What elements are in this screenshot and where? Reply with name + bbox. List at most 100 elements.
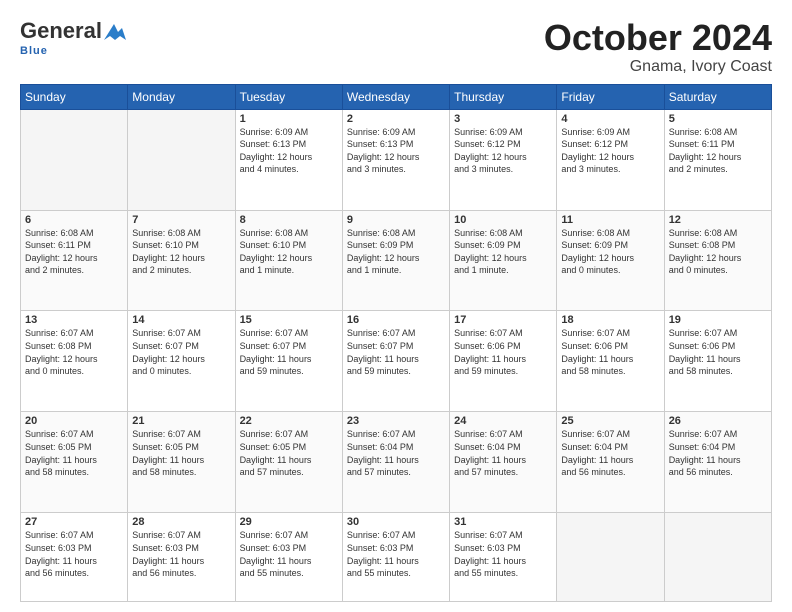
calendar-cell-2-7: 12Sunrise: 6:08 AM Sunset: 6:08 PM Dayli… [664, 210, 771, 311]
calendar-cell-5-3: 29Sunrise: 6:07 AM Sunset: 6:03 PM Dayli… [235, 513, 342, 602]
calendar-cell-5-1: 27Sunrise: 6:07 AM Sunset: 6:03 PM Dayli… [21, 513, 128, 602]
day-number: 1 [240, 113, 338, 125]
calendar-cell-5-7 [664, 513, 771, 602]
header-thursday: Thursday [450, 84, 557, 109]
calendar-cell-1-1 [21, 109, 128, 210]
day-info: Sunrise: 6:07 AM Sunset: 6:03 PM Dayligh… [240, 529, 338, 579]
calendar-cell-3-6: 18Sunrise: 6:07 AM Sunset: 6:06 PM Dayli… [557, 311, 664, 412]
calendar-cell-2-1: 6Sunrise: 6:08 AM Sunset: 6:11 PM Daylig… [21, 210, 128, 311]
day-info: Sunrise: 6:07 AM Sunset: 6:06 PM Dayligh… [669, 327, 767, 377]
day-info: Sunrise: 6:08 AM Sunset: 6:10 PM Dayligh… [132, 227, 230, 277]
week-row-4: 20Sunrise: 6:07 AM Sunset: 6:05 PM Dayli… [21, 412, 772, 513]
month-year: October 2024 [544, 18, 772, 58]
calendar-cell-1-5: 3Sunrise: 6:09 AM Sunset: 6:12 PM Daylig… [450, 109, 557, 210]
calendar-cell-3-2: 14Sunrise: 6:07 AM Sunset: 6:07 PM Dayli… [128, 311, 235, 412]
header-wednesday: Wednesday [342, 84, 449, 109]
day-number: 31 [454, 516, 552, 528]
day-number: 21 [132, 415, 230, 427]
day-info: Sunrise: 6:07 AM Sunset: 6:06 PM Dayligh… [454, 327, 552, 377]
calendar-cell-2-6: 11Sunrise: 6:08 AM Sunset: 6:09 PM Dayli… [557, 210, 664, 311]
calendar-cell-3-5: 17Sunrise: 6:07 AM Sunset: 6:06 PM Dayli… [450, 311, 557, 412]
calendar-title: October 2024 Gnama, Ivory Coast [544, 18, 772, 76]
day-number: 13 [25, 314, 123, 326]
calendar-cell-4-6: 25Sunrise: 6:07 AM Sunset: 6:04 PM Dayli… [557, 412, 664, 513]
day-number: 12 [669, 214, 767, 226]
day-info: Sunrise: 6:08 AM Sunset: 6:09 PM Dayligh… [454, 227, 552, 277]
header-monday: Monday [128, 84, 235, 109]
day-number: 9 [347, 214, 445, 226]
day-info: Sunrise: 6:07 AM Sunset: 6:04 PM Dayligh… [669, 428, 767, 478]
day-info: Sunrise: 6:08 AM Sunset: 6:11 PM Dayligh… [669, 126, 767, 176]
day-number: 28 [132, 516, 230, 528]
calendar-cell-1-3: 1Sunrise: 6:09 AM Sunset: 6:13 PM Daylig… [235, 109, 342, 210]
day-info: Sunrise: 6:07 AM Sunset: 6:03 PM Dayligh… [454, 529, 552, 579]
calendar-cell-5-5: 31Sunrise: 6:07 AM Sunset: 6:03 PM Dayli… [450, 513, 557, 602]
day-number: 4 [561, 113, 659, 125]
calendar-cell-3-1: 13Sunrise: 6:07 AM Sunset: 6:08 PM Dayli… [21, 311, 128, 412]
day-number: 8 [240, 214, 338, 226]
calendar-cell-3-3: 15Sunrise: 6:07 AM Sunset: 6:07 PM Dayli… [235, 311, 342, 412]
logo: General Blue [20, 18, 126, 57]
day-info: Sunrise: 6:07 AM Sunset: 6:04 PM Dayligh… [561, 428, 659, 478]
day-number: 10 [454, 214, 552, 226]
header-sunday: Sunday [21, 84, 128, 109]
calendar-cell-4-3: 22Sunrise: 6:07 AM Sunset: 6:05 PM Dayli… [235, 412, 342, 513]
day-info: Sunrise: 6:07 AM Sunset: 6:05 PM Dayligh… [240, 428, 338, 478]
day-number: 17 [454, 314, 552, 326]
week-row-5: 27Sunrise: 6:07 AM Sunset: 6:03 PM Dayli… [21, 513, 772, 602]
calendar-cell-2-2: 7Sunrise: 6:08 AM Sunset: 6:10 PM Daylig… [128, 210, 235, 311]
calendar-cell-1-4: 2Sunrise: 6:09 AM Sunset: 6:13 PM Daylig… [342, 109, 449, 210]
day-number: 26 [669, 415, 767, 427]
day-info: Sunrise: 6:07 AM Sunset: 6:06 PM Dayligh… [561, 327, 659, 377]
day-number: 27 [25, 516, 123, 528]
day-info: Sunrise: 6:07 AM Sunset: 6:07 PM Dayligh… [132, 327, 230, 377]
day-number: 5 [669, 113, 767, 125]
day-number: 14 [132, 314, 230, 326]
day-info: Sunrise: 6:09 AM Sunset: 6:12 PM Dayligh… [454, 126, 552, 176]
calendar-cell-1-7: 5Sunrise: 6:08 AM Sunset: 6:11 PM Daylig… [664, 109, 771, 210]
day-info: Sunrise: 6:07 AM Sunset: 6:03 PM Dayligh… [25, 529, 123, 579]
week-row-3: 13Sunrise: 6:07 AM Sunset: 6:08 PM Dayli… [21, 311, 772, 412]
day-info: Sunrise: 6:09 AM Sunset: 6:12 PM Dayligh… [561, 126, 659, 176]
day-number: 7 [132, 214, 230, 226]
day-number: 22 [240, 415, 338, 427]
day-info: Sunrise: 6:08 AM Sunset: 6:11 PM Dayligh… [25, 227, 123, 277]
calendar-cell-1-2 [128, 109, 235, 210]
header-friday: Friday [557, 84, 664, 109]
location: Gnama, Ivory Coast [544, 58, 772, 76]
week-row-2: 6Sunrise: 6:08 AM Sunset: 6:11 PM Daylig… [21, 210, 772, 311]
page-header: General Blue October 2024 Gnama, Ivory C… [20, 18, 772, 76]
day-info: Sunrise: 6:07 AM Sunset: 6:07 PM Dayligh… [347, 327, 445, 377]
calendar-cell-4-2: 21Sunrise: 6:07 AM Sunset: 6:05 PM Dayli… [128, 412, 235, 513]
calendar-header-row: Sunday Monday Tuesday Wednesday Thursday… [21, 84, 772, 109]
logo-subtitle: Blue [20, 45, 48, 57]
day-info: Sunrise: 6:07 AM Sunset: 6:04 PM Dayligh… [347, 428, 445, 478]
logo-text: General [20, 18, 126, 44]
day-info: Sunrise: 6:07 AM Sunset: 6:04 PM Dayligh… [454, 428, 552, 478]
calendar-cell-4-5: 24Sunrise: 6:07 AM Sunset: 6:04 PM Dayli… [450, 412, 557, 513]
logo-bird-icon [104, 24, 126, 40]
calendar-cell-2-4: 9Sunrise: 6:08 AM Sunset: 6:09 PM Daylig… [342, 210, 449, 311]
calendar-cell-1-6: 4Sunrise: 6:09 AM Sunset: 6:12 PM Daylig… [557, 109, 664, 210]
calendar-cell-5-2: 28Sunrise: 6:07 AM Sunset: 6:03 PM Dayli… [128, 513, 235, 602]
day-number: 2 [347, 113, 445, 125]
day-number: 24 [454, 415, 552, 427]
calendar-cell-3-4: 16Sunrise: 6:07 AM Sunset: 6:07 PM Dayli… [342, 311, 449, 412]
day-number: 6 [25, 214, 123, 226]
day-info: Sunrise: 6:09 AM Sunset: 6:13 PM Dayligh… [347, 126, 445, 176]
header-saturday: Saturday [664, 84, 771, 109]
day-info: Sunrise: 6:07 AM Sunset: 6:05 PM Dayligh… [25, 428, 123, 478]
day-info: Sunrise: 6:07 AM Sunset: 6:08 PM Dayligh… [25, 327, 123, 377]
day-number: 19 [669, 314, 767, 326]
calendar-cell-4-4: 23Sunrise: 6:07 AM Sunset: 6:04 PM Dayli… [342, 412, 449, 513]
day-info: Sunrise: 6:08 AM Sunset: 6:09 PM Dayligh… [347, 227, 445, 277]
day-info: Sunrise: 6:07 AM Sunset: 6:03 PM Dayligh… [132, 529, 230, 579]
calendar-cell-4-1: 20Sunrise: 6:07 AM Sunset: 6:05 PM Dayli… [21, 412, 128, 513]
calendar-table: Sunday Monday Tuesday Wednesday Thursday… [20, 84, 772, 602]
day-number: 3 [454, 113, 552, 125]
day-number: 16 [347, 314, 445, 326]
day-info: Sunrise: 6:07 AM Sunset: 6:05 PM Dayligh… [132, 428, 230, 478]
calendar-cell-2-3: 8Sunrise: 6:08 AM Sunset: 6:10 PM Daylig… [235, 210, 342, 311]
calendar-cell-5-4: 30Sunrise: 6:07 AM Sunset: 6:03 PM Dayli… [342, 513, 449, 602]
day-info: Sunrise: 6:08 AM Sunset: 6:09 PM Dayligh… [561, 227, 659, 277]
